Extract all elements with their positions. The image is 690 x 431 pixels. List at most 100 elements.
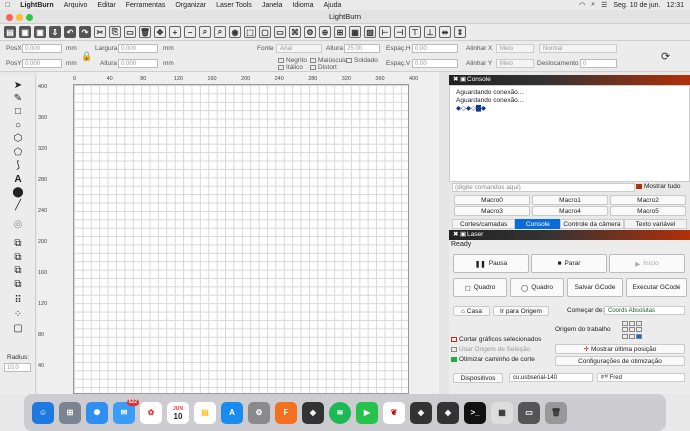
- upper-checkbox[interactable]: Maiúscula: [310, 57, 347, 64]
- monitor-icon[interactable]: ▭: [274, 26, 286, 38]
- circular-array-icon[interactable]: ⁘: [12, 309, 24, 320]
- search-icon[interactable]: ⌕: [591, 1, 595, 9]
- cut-selected-checkbox[interactable]: Cortar gráficos selecionados: [451, 336, 541, 343]
- control-center-icon[interactable]: ☰: [601, 1, 607, 9]
- zoom-window-button[interactable]: [26, 14, 33, 21]
- console-command-input[interactable]: (digite comandos aqui): [452, 183, 635, 192]
- macro4-button[interactable]: Macro4: [532, 206, 608, 216]
- panel-close-icon[interactable]: ✖: [453, 75, 458, 85]
- align-right-icon[interactable]: ⊣: [394, 26, 406, 38]
- zoom-in-icon[interactable]: +: [169, 26, 181, 38]
- menu-ferramentas[interactable]: Ferramentas: [121, 2, 171, 9]
- menu-ajuda[interactable]: Ajuda: [318, 2, 346, 9]
- settings-icon[interactable]: ⚙: [304, 26, 316, 38]
- welded-checkbox[interactable]: Soldado: [346, 57, 378, 64]
- undo-icon[interactable]: ↶: [64, 26, 76, 38]
- screenshot-icon[interactable]: ▭: [518, 401, 540, 424]
- notes-icon[interactable]: ▤: [194, 401, 216, 424]
- rotate-icon[interactable]: ⟳: [661, 50, 670, 63]
- distort-checkbox[interactable]: Distort: [310, 64, 337, 71]
- spacing-h-input[interactable]: 0.00: [412, 44, 458, 53]
- lightburn-third-icon[interactable]: ◈: [437, 401, 459, 424]
- devices-button[interactable]: Dispositivos: [453, 373, 503, 383]
- pan-icon[interactable]: ⬚: [244, 26, 256, 38]
- lock-icon[interactable]: 🔒: [81, 51, 92, 62]
- menu-idioma[interactable]: Idioma: [287, 2, 318, 9]
- flashcard-icon[interactable]: ❦: [383, 401, 405, 424]
- calendar-icon[interactable]: JUN 10: [167, 401, 189, 424]
- tab-variable-text[interactable]: Texto variável: [623, 219, 687, 229]
- device-icon[interactable]: ⌘: [289, 26, 301, 38]
- radius-input[interactable]: 10.0: [4, 363, 31, 372]
- optimize-path-checkbox[interactable]: Otimizar caminho de corte: [451, 356, 535, 363]
- stop-button[interactable]: ■ Parar: [531, 254, 607, 273]
- fusion-icon[interactable]: F: [275, 401, 297, 424]
- save-as-icon[interactable]: ▣: [34, 26, 46, 38]
- posx-input[interactable]: 0.000: [22, 44, 62, 53]
- start-from-select[interactable]: Coords Absolutas: [604, 306, 685, 315]
- menu-janela[interactable]: Janela: [257, 2, 288, 9]
- menu-laser-tools[interactable]: Laser Tools: [211, 2, 257, 9]
- layout-icon[interactable]: ⊞: [334, 26, 346, 38]
- position-tool-icon[interactable]: ⬤: [12, 187, 24, 198]
- macro2-button[interactable]: Macro2: [610, 195, 686, 205]
- photos-icon[interactable]: ✿: [140, 401, 162, 424]
- open-file-icon[interactable]: ▤: [4, 26, 16, 38]
- use-selection-origin-checkbox[interactable]: Usar Origem de Seleção: [451, 346, 530, 353]
- job-origin-grid[interactable]: [622, 321, 642, 339]
- arrange-icon[interactable]: ⊕: [319, 26, 331, 38]
- line-tool-icon[interactable]: ⟆: [12, 160, 24, 171]
- align-top-icon[interactable]: ⊤: [409, 26, 421, 38]
- delete-icon[interactable]: 🗑: [139, 26, 151, 38]
- menu-app-name[interactable]: LightBurn: [15, 2, 58, 9]
- trash-icon[interactable]: 🗑: [545, 401, 567, 424]
- text-tool-icon[interactable]: A: [12, 174, 24, 185]
- lightburn-app-icon[interactable]: ◈: [302, 401, 324, 424]
- offset-input[interactable]: 0: [580, 59, 617, 68]
- offset-tool-icon[interactable]: ◎: [12, 219, 24, 230]
- width-input[interactable]: 0.000: [118, 44, 158, 53]
- port-select[interactable]: cu.usbserial-140: [509, 373, 593, 382]
- tab-cuts-layers[interactable]: Cortes/camadas: [452, 219, 516, 229]
- terminal-icon[interactable]: >_: [464, 401, 486, 424]
- align-bottom-icon[interactable]: ⊥: [424, 26, 436, 38]
- start-button[interactable]: ▶ Início: [609, 254, 685, 273]
- ellipse-tool-icon[interactable]: ○: [12, 120, 24, 131]
- group-icon[interactable]: ▦: [349, 26, 361, 38]
- save-gcode-button[interactable]: Salvar GCode: [567, 278, 623, 297]
- cut-icon[interactable]: ✂: [94, 26, 106, 38]
- run-gcode-button[interactable]: Executar GCode: [626, 278, 687, 297]
- macro0-button[interactable]: Macro0: [454, 195, 530, 205]
- frame-round-button[interactable]: ◯ Quadro: [510, 278, 564, 297]
- zoom-fit-icon[interactable]: ⌕: [199, 26, 211, 38]
- optimization-settings-button[interactable]: Configurações de otimização: [555, 356, 685, 366]
- show-all-checkbox[interactable]: Mostrar tudo: [636, 183, 681, 190]
- workspace-grid[interactable]: [73, 84, 409, 394]
- spotify-icon[interactable]: ≋: [329, 401, 351, 424]
- menu-editar[interactable]: Editar: [92, 2, 120, 9]
- posy-input[interactable]: 0.000: [22, 59, 62, 68]
- tab-camera-control[interactable]: Controle da câmera: [560, 219, 624, 229]
- facetime-icon[interactable]: ▶: [356, 401, 378, 424]
- menu-time[interactable]: 12:31: [666, 2, 684, 9]
- panel-float-icon[interactable]: ▣: [460, 230, 466, 240]
- select-tool-icon[interactable]: ➤: [12, 80, 24, 91]
- app-store-icon[interactable]: A: [221, 401, 243, 424]
- lightburn-second-icon[interactable]: ◈: [410, 401, 432, 424]
- safari-icon[interactable]: ✺: [86, 401, 108, 424]
- go-to-origin-button[interactable]: Ir para Origem: [493, 306, 549, 316]
- camera-icon[interactable]: ◉: [229, 26, 241, 38]
- tab-console[interactable]: Console: [515, 219, 561, 229]
- distribute-v-icon[interactable]: ⇕: [454, 26, 466, 38]
- minimize-window-button[interactable]: [16, 14, 23, 21]
- launchpad-icon[interactable]: ⊞: [59, 401, 81, 424]
- distribute-h-icon[interactable]: ⇹: [439, 26, 451, 38]
- finder-icon[interactable]: ☺: [32, 401, 54, 424]
- save-file-icon[interactable]: ▣: [19, 26, 31, 38]
- panel-close-icon[interactable]: ✖: [453, 230, 458, 240]
- spacing-v-input[interactable]: 0.00: [412, 59, 458, 68]
- rectangle-tool-icon[interactable]: □: [12, 106, 24, 117]
- close-window-button[interactable]: [6, 14, 13, 21]
- mail-icon[interactable]: ✉ 522: [113, 398, 139, 424]
- align-left-icon[interactable]: ⊢: [379, 26, 391, 38]
